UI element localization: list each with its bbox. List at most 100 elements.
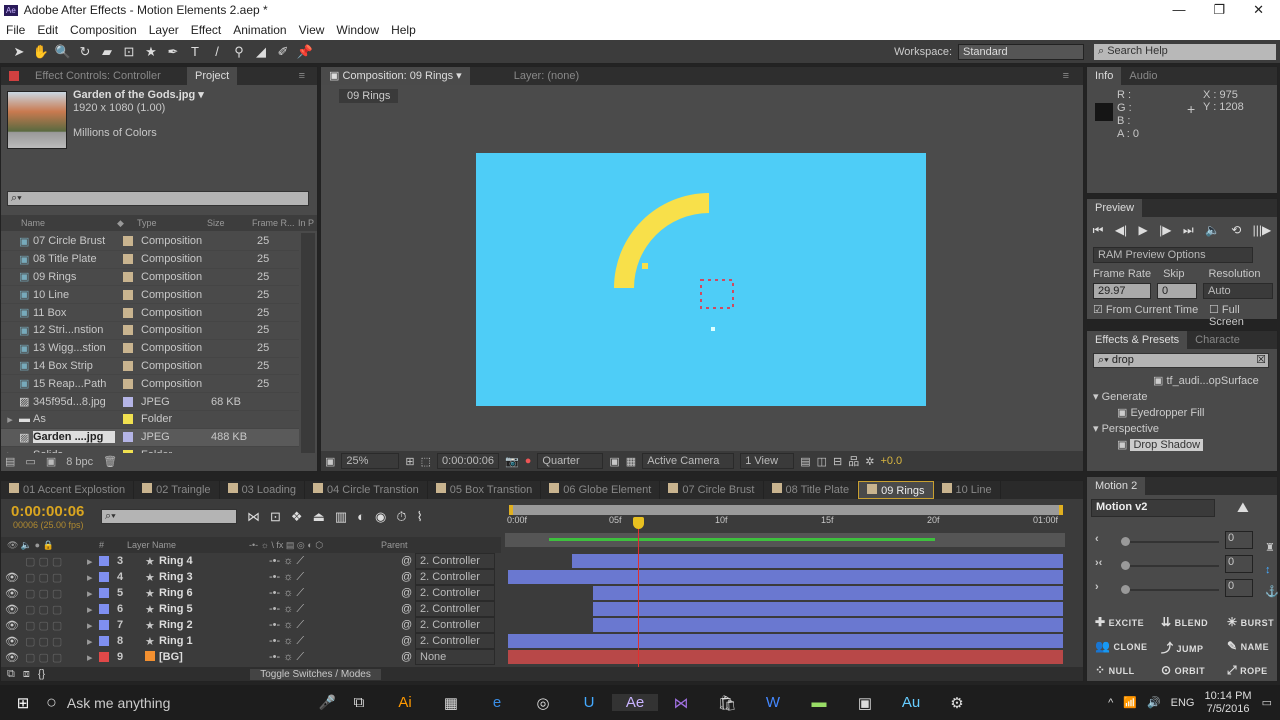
tab-character[interactable]: Characte [1187, 331, 1248, 349]
visibility-toggle[interactable]: 👁 [5, 603, 25, 616]
project-item[interactable]: ▣ 09 Rings Composition 25 [1, 269, 299, 287]
project-item[interactable]: ▨ 345f95d...8.jpg JPEG 68 KB [1, 393, 299, 411]
selection-icon[interactable]: ➤ [8, 44, 30, 60]
panel-menu-icon[interactable]: ≡ [1063, 70, 1069, 82]
pickwhip-icon[interactable]: @ [401, 571, 415, 583]
new-comp-icon[interactable]: ▣ [46, 455, 56, 468]
composition-canvas[interactable] [476, 153, 926, 406]
minimize-button[interactable]: — [1172, 2, 1185, 18]
calendar-app-icon[interactable]: ▦ [428, 694, 474, 712]
frame-rate-select[interactable]: 29.97 [1093, 283, 1151, 299]
layer-name[interactable]: Ring 5 [159, 603, 269, 615]
layer-row[interactable]: 👁 ▢ ▢ ▢ ▸ 6 ★ Ring 5 -•- ☼ ⟋ @ 2. Control… [1, 601, 501, 617]
toggle-switches-modes-button[interactable]: Toggle Switches / Modes [250, 668, 381, 680]
interpret-footage-icon[interactable]: ▤ [5, 455, 15, 468]
brush-icon[interactable]: / [206, 44, 228, 60]
parent-select[interactable]: 2. Controller [415, 601, 495, 617]
layer-name[interactable]: Ring 6 [159, 587, 269, 599]
timeline-tab[interactable]: 04 Circle Transtion [305, 481, 428, 499]
layer-row[interactable]: 👁 ▢ ▢ ▢ ▸ 5 ★ Ring 6 -•- ☼ ⟋ @ 2. Control… [1, 585, 501, 601]
col-type[interactable]: Type [137, 218, 207, 228]
view-layout-select[interactable]: 1 View [740, 453, 795, 469]
timeline-tab[interactable]: 07 Circle Brust [660, 481, 764, 499]
zoom-icon[interactable]: 🔍 [52, 44, 74, 60]
tab-effect-controls[interactable]: Effect Controls: Controller [27, 67, 187, 85]
layer-row[interactable]: ▢ ▢ ▢ ▸ 3 ★ Ring 4 -•- ☼ ⟋ @ 2. Controlle… [1, 553, 501, 569]
roto-brush-icon[interactable]: ✐ [272, 44, 294, 60]
timeline-tab[interactable]: 08 Title Plate [764, 481, 859, 499]
motion-blur-icon[interactable]: ◐ [357, 509, 365, 525]
brainstorm-icon[interactable]: ◉ [375, 509, 386, 525]
time-ruler[interactable]: 0:00f 05f 10f 15f 20f 01:00f [505, 503, 1065, 525]
col-size[interactable]: Size [207, 218, 252, 228]
timeline-icon[interactable]: ⊟ [833, 455, 842, 468]
motion-slider[interactable] [1121, 561, 1219, 570]
expand-icon[interactable]: ▸ [87, 635, 97, 648]
label-color[interactable] [123, 414, 133, 425]
visibility-toggle[interactable]: 👁 [5, 635, 25, 648]
tab-effects-presets[interactable]: Effects & Presets [1087, 331, 1188, 349]
motion-value-input[interactable]: 0 [1225, 579, 1253, 597]
magnification-select[interactable]: 25% [341, 453, 400, 469]
after-effects-icon[interactable]: Ae [612, 694, 658, 711]
label-color[interactable] [123, 449, 133, 453]
comp-breadcrumb[interactable]: 09 Rings [339, 89, 399, 103]
app-u-icon[interactable]: U [566, 694, 612, 711]
transparency-grid-icon[interactable]: ▦ [626, 455, 636, 468]
menu-window[interactable]: Window [336, 23, 379, 37]
shape-star-icon[interactable]: ★ [140, 44, 162, 60]
transfer-controls-icon[interactable]: ⧈ [23, 668, 30, 681]
motion-blend-button[interactable]: ⇊ BLEND [1161, 615, 1208, 629]
current-time-display[interactable]: 0:00:00:06 [437, 453, 500, 469]
panel-menu-icon[interactable]: ≡ [299, 70, 305, 82]
label-color[interactable] [123, 254, 133, 265]
new-folder-icon[interactable]: ▭ [25, 455, 35, 468]
volume-icon[interactable]: 🔊 [1147, 696, 1161, 709]
illustrator-icon[interactable]: Ai [382, 694, 428, 711]
menu-layer[interactable]: Layer [149, 23, 179, 37]
parent-select[interactable]: 2. Controller [415, 617, 495, 633]
exposure-icon[interactable]: ✲ [865, 455, 874, 468]
project-item[interactable]: ▸ ▬ Solids Folder [1, 447, 299, 453]
layer-duration-bar[interactable] [571, 554, 1063, 568]
project-item[interactable]: ▨ Garden ....jpg JPEG 488 KB [1, 428, 299, 447]
timeline-search-input[interactable]: ⌕▾ [101, 509, 237, 524]
layer-row[interactable]: 👁 ▢ ▢ ▢ ▸ 9 [BG] -•- ☼ ⟋ @ None [1, 649, 501, 665]
search-help-input[interactable]: ⌕ Search Help [1094, 43, 1276, 60]
language-indicator[interactable]: ENG [1171, 697, 1195, 709]
layer-row[interactable]: 👁 ▢ ▢ ▢ ▸ 7 ★ Ring 2 -•- ☼ ⟋ @ 2. Control… [1, 617, 501, 633]
visibility-toggle[interactable]: 👁 [5, 619, 25, 632]
motion-value-input[interactable]: 0 [1225, 555, 1253, 573]
layer-duration-bar[interactable] [592, 586, 1063, 600]
col-frame-rate[interactable]: Frame R... [252, 218, 298, 228]
label-color[interactable] [99, 572, 109, 582]
parent-select[interactable]: 2. Controller [415, 569, 495, 585]
channel-icon[interactable]: ● [525, 455, 532, 467]
mountains-icon[interactable]: ⛰ [1237, 499, 1249, 516]
pickwhip-icon[interactable]: @ [401, 555, 415, 567]
label-color[interactable] [123, 396, 133, 407]
clock[interactable]: 10:14 PM 7/5/2016 [1205, 690, 1252, 716]
notifications-icon[interactable]: ▭ [1262, 696, 1272, 709]
comp-mini-flowchart-icon[interactable]: ⋈ [247, 509, 260, 525]
timeline-tab[interactable]: 09 Rings [858, 481, 934, 499]
label-color[interactable] [99, 556, 109, 566]
pickwhip-icon[interactable]: @ [401, 635, 415, 647]
skip-select[interactable]: 0 [1157, 283, 1197, 299]
hand-icon[interactable]: ✋ [30, 44, 52, 60]
parent-select[interactable]: 2. Controller [415, 633, 495, 649]
clear-search-icon[interactable]: ☒ [1256, 354, 1266, 367]
layer-duration-bar[interactable] [592, 618, 1063, 632]
camera-select[interactable]: Active Camera [642, 453, 735, 469]
expand-icon[interactable]: ▸ [87, 603, 97, 616]
project-item[interactable]: ▣ 10 Line Composition 25 [1, 286, 299, 305]
graph-editor-icon[interactable]: ⌇ [417, 509, 423, 525]
play-icon[interactable]: ▶ [1139, 223, 1148, 238]
layer-name[interactable]: [BG] [159, 651, 269, 663]
motion-null-button[interactable]: ⁘ NULL [1095, 663, 1135, 677]
roi-icon[interactable]: ▣ [609, 455, 619, 468]
motion-clone-button[interactable]: 👥 CLONE [1095, 639, 1147, 653]
windows-start-icon[interactable]: ⊞ [0, 694, 46, 712]
expand-icon[interactable]: ▸ [87, 555, 97, 568]
frame-blending-icon[interactable]: ▥ [335, 509, 347, 525]
